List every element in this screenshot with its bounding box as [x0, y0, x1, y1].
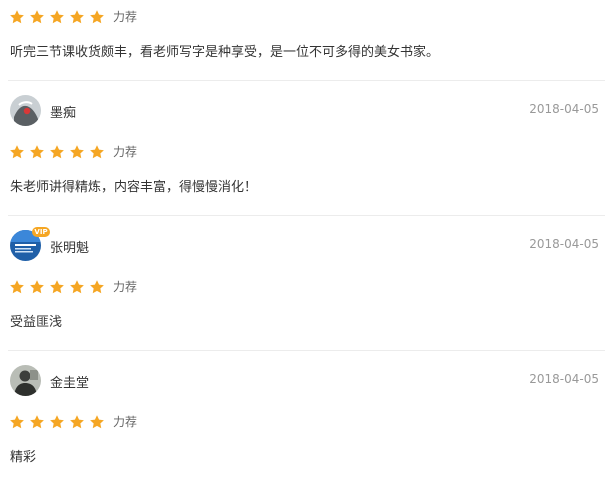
star-icon [9, 144, 25, 160]
star-icon [29, 9, 45, 25]
star-icon [69, 279, 85, 295]
star-icon [9, 414, 25, 430]
divider [8, 350, 605, 351]
rating-label: 力荐 [113, 415, 138, 429]
star-icon [69, 144, 85, 160]
star-icon [49, 144, 65, 160]
review-header: 墨痴 2018-04-05 [10, 95, 599, 127]
star-icon [89, 144, 105, 160]
star-icon [49, 279, 65, 295]
star-icon [9, 9, 25, 25]
review-comment: 受益匪浅 [10, 315, 63, 330]
avatar[interactable] [10, 95, 41, 126]
divider [8, 80, 605, 81]
review-header: VIP 张明魁 2018-04-05 [10, 227, 599, 262]
review-comment: 朱老师讲得精炼，内容丰富，得慢慢消化！ [10, 180, 258, 195]
username[interactable]: 金圭堂 [50, 372, 89, 391]
star-rating: 力荐 [9, 9, 137, 25]
review-date: 2018-04-05 [529, 372, 599, 386]
review-date: 2018-04-05 [529, 237, 599, 251]
star-icon [29, 414, 45, 430]
star-icon [9, 279, 25, 295]
review-header: 金圭堂 2018-04-05 [10, 365, 599, 397]
star-icon [49, 414, 65, 430]
rating-label: 力荐 [113, 280, 138, 294]
star-icon [89, 279, 105, 295]
star-rating: 力荐 [9, 414, 137, 430]
review-date: 2018-04-05 [529, 102, 599, 116]
star-rating: 力荐 [9, 279, 137, 295]
star-icon [69, 9, 85, 25]
star-icon [29, 144, 45, 160]
star-icon [89, 414, 105, 430]
star-icon [49, 9, 65, 25]
star-icon [89, 9, 105, 25]
rating-label: 力荐 [113, 145, 138, 159]
username[interactable]: 张明魁 [50, 237, 89, 256]
vip-badge: VIP [32, 227, 50, 237]
star-icon [29, 279, 45, 295]
rating-label: 力荐 [113, 10, 138, 24]
star-icon [69, 414, 85, 430]
avatar[interactable] [10, 365, 41, 396]
review-comment: 精彩 [10, 450, 37, 465]
username[interactable]: 墨痴 [50, 102, 76, 121]
star-rating: 力荐 [9, 144, 137, 160]
divider [8, 215, 605, 216]
review-comment: 听完三节课收货颇丰，看老师写字是种享受，是一位不可多得的美女书家。 [10, 45, 440, 60]
